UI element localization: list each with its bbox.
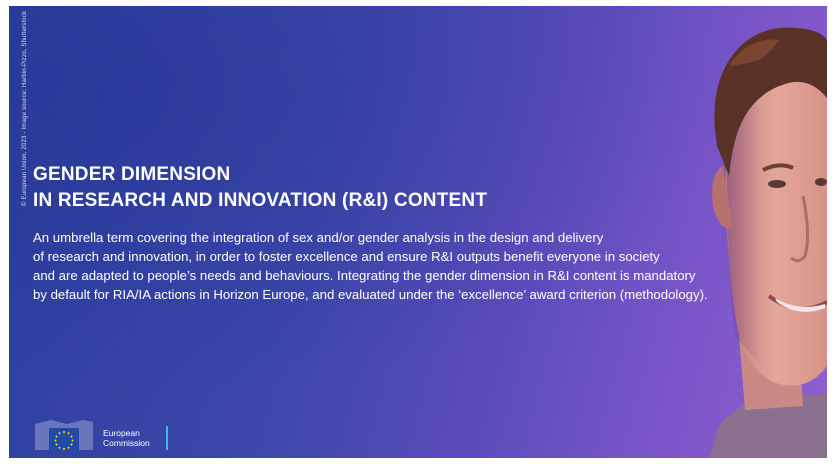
logo-line-1: European bbox=[103, 428, 140, 438]
headline-line-1: GENDER DIMENSION bbox=[33, 164, 231, 185]
headline: GENDER DIMENSION IN RESEARCH AND INNOVAT… bbox=[33, 162, 487, 214]
description-line-1: An umbrella term covering the integratio… bbox=[33, 230, 604, 245]
description: An umbrella term covering the integratio… bbox=[33, 228, 793, 304]
logo-text: European Commission bbox=[103, 428, 150, 448]
image-credit: © European Union, 2023 - Image source: H… bbox=[22, 10, 28, 206]
headline-line-2: IN RESEARCH AND INNOVATION (R&I) CONTENT bbox=[33, 190, 488, 211]
description-line-2: of research and innovation, in order to … bbox=[33, 249, 660, 264]
logo-divider bbox=[166, 426, 168, 450]
description-line-4: by default for RIA/IA actions in Horizon… bbox=[33, 287, 708, 302]
portrait-photo bbox=[709, 27, 827, 458]
european-commission-logo: European Commission bbox=[31, 416, 191, 454]
description-line-3: and are adapted to people’s needs and be… bbox=[33, 268, 696, 283]
slide-banner: © European Union, 2023 - Image source: H… bbox=[9, 6, 827, 458]
eu-flag-icon bbox=[35, 420, 93, 450]
logo-line-2: Commission bbox=[103, 438, 150, 448]
